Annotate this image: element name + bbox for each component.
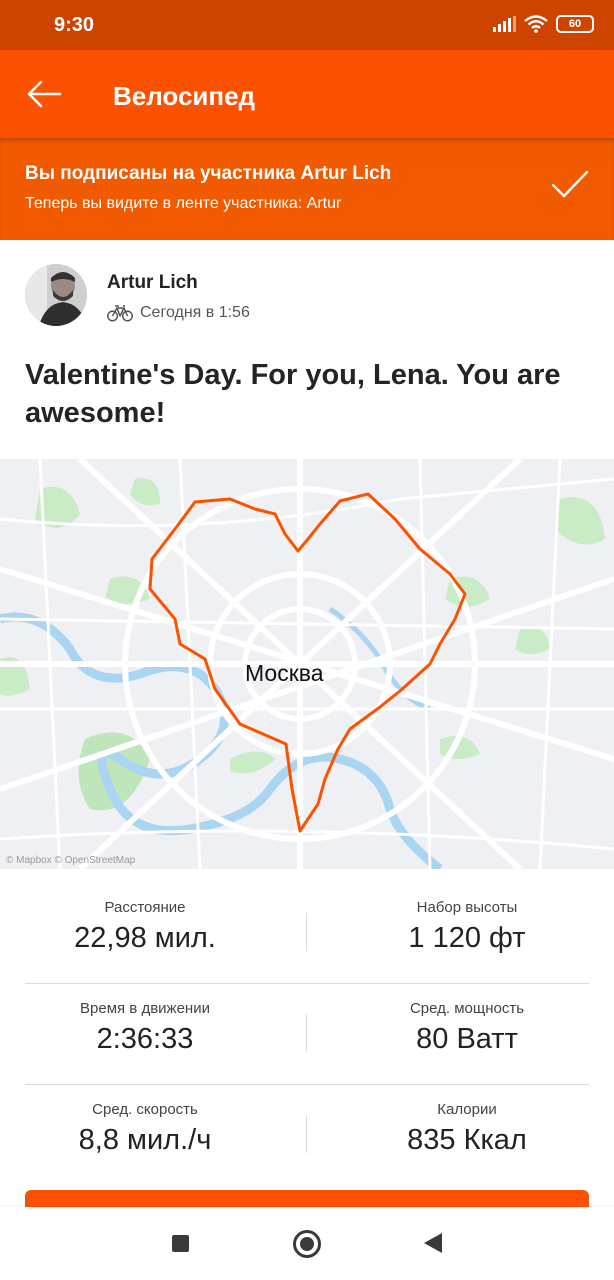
activity-meta: Сегодня в 1:56	[107, 304, 250, 322]
back-button[interactable]	[22, 74, 66, 114]
stat-value: 22,98 мил.	[74, 922, 216, 954]
page-title: Велосипед	[113, 81, 256, 111]
status-bar: 9:30 60	[0, 0, 614, 50]
battery-icon: 60	[556, 15, 594, 33]
stat-divider	[306, 1115, 307, 1153]
stat-avg-power: Сред. мощность 80 Ватт	[347, 984, 587, 1056]
follow-banner[interactable]: Вы подписаны на участника Artur Lich Теп…	[0, 138, 614, 240]
recents-square-icon[interactable]	[172, 1235, 189, 1252]
stat-label: Сред. скорость	[92, 1101, 198, 1118]
status-icons: 60	[492, 15, 594, 33]
city-label: Москва	[245, 660, 324, 686]
stat-divider	[306, 913, 307, 951]
check-icon[interactable]	[550, 168, 590, 202]
stat-value: 8,8 мил./ч	[78, 1124, 212, 1156]
city-label-text: Москва	[245, 660, 324, 686]
stat-distance: Расстояние 22,98 мил.	[25, 883, 265, 955]
stat-value: 2:36:33	[96, 1023, 194, 1055]
follow-banner-title: Вы подписаны на участника Artur Lich	[25, 163, 392, 184]
back-triangle-icon[interactable]	[424, 1233, 442, 1253]
arrow-left-icon	[27, 80, 62, 108]
stats-row: Время в движении 2:36:33 Сред. мощность …	[25, 984, 589, 1085]
app-bar: Велосипед	[0, 50, 614, 138]
stat-value: 835 Ккал	[407, 1124, 527, 1156]
stat-avg-speed: Сред. скорость 8,8 мил./ч	[25, 1085, 265, 1157]
stat-value: 1 120 фт	[408, 922, 526, 954]
follow-banner-subtitle: Теперь вы видите в ленте участника: Artu…	[25, 195, 342, 212]
stat-label: Время в движении	[80, 1000, 210, 1017]
stat-moving-time: Время в движении 2:36:33	[25, 984, 265, 1056]
wifi-icon	[524, 15, 548, 33]
stats-row: Сред. скорость 8,8 мил./ч Калории 835 Кк…	[25, 1085, 589, 1186]
athlete-name[interactable]: Artur Lich	[107, 272, 198, 294]
avatar-photo	[25, 264, 87, 326]
activity-date: Сегодня в 1:56	[140, 304, 250, 321]
stat-divider	[306, 1014, 307, 1052]
stat-label: Калории	[437, 1101, 497, 1118]
status-time: 9:30	[54, 14, 95, 36]
stat-elevation-gain: Набор высоты 1 120 фт	[347, 883, 587, 955]
stats-panel: Расстояние 22,98 мил. Набор высоты 1 120…	[25, 883, 589, 1186]
map-attribution[interactable]: © Mapbox © OpenStreetMap	[6, 855, 135, 866]
stat-calories: Калории 835 Ккал	[347, 1085, 587, 1157]
route-map[interactable]: Москва © Mapbox © OpenStreetMap	[0, 459, 614, 869]
stat-label: Сред. мощность	[409, 1000, 525, 1017]
battery-level: 60	[568, 17, 582, 30]
signal-icon	[493, 16, 516, 32]
system-nav-bar	[0, 1207, 614, 1280]
home-circle-icon[interactable]	[293, 1230, 321, 1258]
stats-row: Расстояние 22,98 мил. Набор высоты 1 120…	[25, 883, 589, 984]
stat-label: Расстояние	[104, 899, 186, 916]
stat-value: 80 Ватт	[416, 1023, 518, 1055]
avatar[interactable]	[25, 264, 87, 326]
stat-label: Набор высоты	[416, 899, 518, 916]
athlete-header: Artur Lich Сегодня в 1:56	[25, 264, 585, 328]
activity-title[interactable]: Valentine's Day. For you, Lena. You are …	[25, 356, 595, 432]
bicycle-icon	[107, 305, 133, 322]
